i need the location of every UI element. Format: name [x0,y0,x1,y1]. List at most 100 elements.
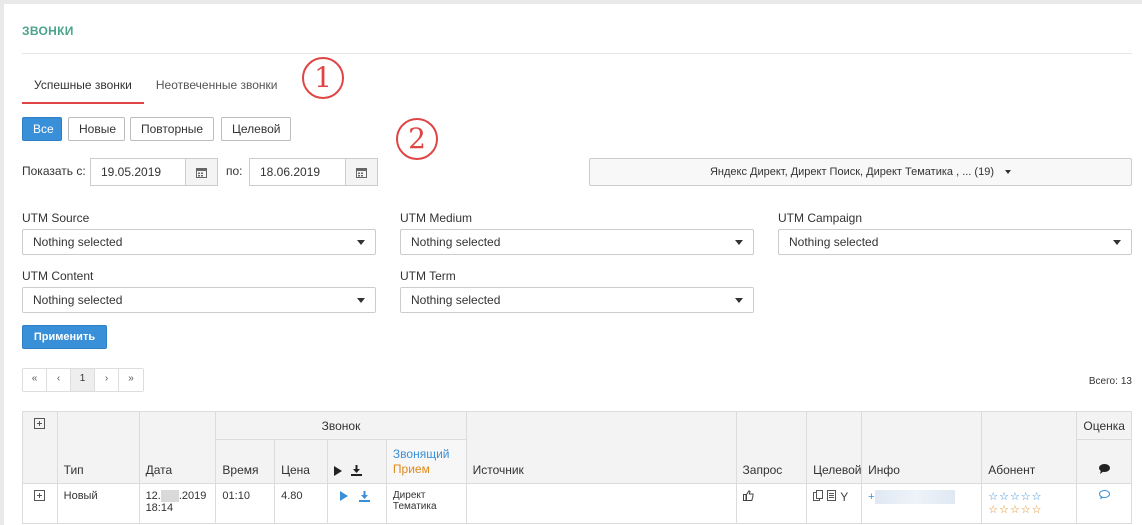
left-border [0,0,4,525]
utm-source-select[interactable]: Nothing selected [22,229,376,255]
filter-repeat-button[interactable]: Повторные [130,117,214,141]
row-duration: 01:10 [215,483,276,524]
comment-icon[interactable] [1098,490,1110,500]
filter-target-button[interactable]: Целевой [221,117,291,141]
utm-source-label: UTM Source [22,211,90,225]
annotation-marker-2: 2 [396,118,438,160]
filter-new-button[interactable]: Новые [68,117,125,141]
download-button[interactable] [358,490,370,502]
apply-button[interactable]: Применить [22,325,107,349]
pager-prev-button[interactable]: ‹ [47,369,71,391]
yandex-icon[interactable]: Y [840,490,848,504]
row-expand-cell[interactable] [22,483,58,524]
utm-content-value: Nothing selected [33,293,123,307]
calendar-icon [196,168,207,179]
tab-bar: Успешные звонки Неотвеченные звонки [22,70,289,104]
header-date[interactable]: Дата [138,411,217,484]
copy-icon[interactable] [813,490,824,501]
row-info: Y [806,483,863,524]
document-icon[interactable] [827,490,837,501]
expand-all-icon [34,418,46,429]
calendar-to-button[interactable] [345,158,378,186]
download-icon [351,465,363,477]
title-divider [22,53,1132,54]
row-type: Новый [56,483,140,524]
row-rating: ☆☆☆☆☆ ☆☆☆☆☆ [981,483,1078,524]
header-comments [1076,439,1132,484]
pager-page-button[interactable]: 1 [71,369,95,391]
calendar-icon [356,168,367,179]
tab-missed-calls[interactable]: Неотвеченные звонки [144,70,290,104]
pagination: « ‹ 1 › » [22,368,144,392]
header-target[interactable]: Целевой [806,411,863,484]
expand-row-icon [34,490,46,501]
header-source[interactable]: Источник [465,411,737,484]
row-date-suffix: .2019 [178,490,207,502]
chevron-down-icon [357,298,365,303]
row-price: 4.80 [274,483,328,524]
utm-content-label: UTM Content [22,269,94,283]
comment-icon [1098,464,1110,474]
utm-medium-value: Nothing selected [411,235,501,249]
top-border [0,0,1142,4]
row-target [735,483,808,524]
utm-term-select[interactable]: Nothing selected [400,287,754,313]
utm-medium-select[interactable]: Nothing selected [400,229,754,255]
utm-term-value: Nothing selected [411,293,501,307]
chevron-down-icon [1113,240,1121,245]
sources-multiselect[interactable]: Яндекс Директ, Директ Поиск, Директ Тема… [589,158,1132,186]
play-button[interactable] [339,491,348,502]
header-reception: Прием [392,462,430,476]
thumbs-up-icon[interactable] [742,490,754,501]
row-query [465,483,737,524]
header-price[interactable]: Цена [274,439,328,484]
header-rating-caller[interactable]: Звонящий Прием [385,439,467,484]
header-group-rating: Оценка [1076,411,1132,440]
caller-rating-stars[interactable]: ☆☆☆☆☆ [988,490,1070,503]
chevron-down-icon [735,240,743,245]
row-date-prefix: 12. [145,490,161,502]
utm-campaign-select[interactable]: Nothing selected [778,229,1132,255]
filter-all-button[interactable]: Все [22,117,62,141]
row-subscriber: + [861,483,983,524]
table-row[interactable]: Новый 12. .2019 18:14 01:10 4.80 Директ Т… [22,483,1132,524]
utm-term-label: UTM Term [400,269,456,283]
total-label: Всего: [1088,376,1118,387]
date-from-input[interactable]: 19.05.2019 [90,158,186,186]
annotation-marker-1: 1 [302,57,344,99]
header-type[interactable]: Тип [56,411,140,484]
row-time: 18:14 [145,502,174,515]
utm-source-value: Nothing selected [33,235,123,249]
date-to-input[interactable]: 18.06.2019 [249,158,346,186]
tab-successful-calls[interactable]: Успешные звонки [22,70,144,104]
row-source: Директ Тематика [385,483,467,524]
total-value: 13 [1120,376,1132,387]
utm-medium-label: UTM Medium [400,211,473,225]
play-icon [333,465,342,476]
chevron-down-icon [357,240,365,245]
sources-multiselect-value: Яндекс Директ, Директ Поиск, Директ Тема… [709,166,994,178]
row-comment [1076,483,1132,524]
pager-next-button[interactable]: › [95,369,119,391]
total-count: Всего: 13 [1086,376,1132,387]
date-to-label: по: [226,164,243,178]
pager-last-button[interactable]: » [119,369,143,391]
header-subscriber[interactable]: Абонент [981,411,1078,484]
header-query[interactable]: Запрос [735,411,808,484]
redacted-area [874,490,955,504]
date-from-label: Показать с: [22,164,86,178]
header-duration[interactable]: Время [215,439,276,484]
utm-campaign-value: Nothing selected [789,235,879,249]
header-info[interactable]: Инфо [861,411,983,484]
header-group-call: Звонок [215,411,467,440]
reception-rating-stars[interactable]: ☆☆☆☆☆ [988,503,1070,516]
utm-content-select[interactable]: Nothing selected [22,287,376,313]
row-date: 12. .2019 18:14 [138,483,217,524]
expand-all-header[interactable] [22,411,58,484]
utm-campaign-label: UTM Campaign [778,211,863,225]
pager-first-button[interactable]: « [23,369,47,391]
chevron-down-icon [1005,170,1012,175]
calendar-from-button[interactable] [185,158,218,186]
chevron-down-icon [735,298,743,303]
page-title: ЗВОНКИ [22,24,74,38]
